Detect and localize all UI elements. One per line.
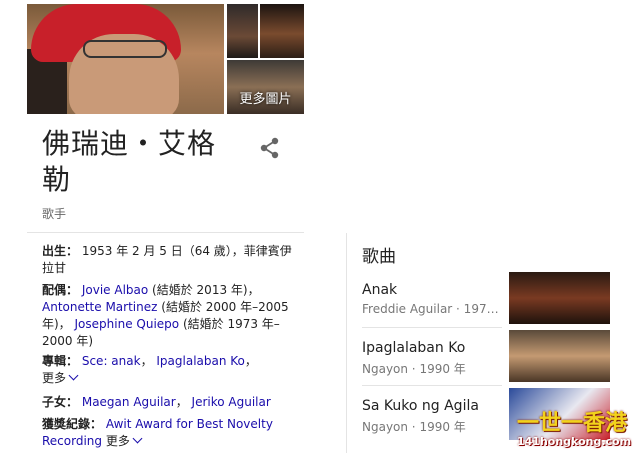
- song-meta: Ngayon · 1990 年: [362, 420, 466, 434]
- chevron-down-icon: [68, 370, 79, 381]
- share-icon[interactable]: [259, 136, 281, 160]
- song-item[interactable]: Anak Freddie Aguilar · 197…: [362, 272, 612, 324]
- spouse-link-1[interactable]: Jovie Albao: [82, 283, 148, 297]
- fact-label: 獲獎紀錄：: [42, 417, 103, 431]
- thumbnail-photo-2[interactable]: [260, 4, 304, 58]
- watermark-logo: 一世一香港 141hongkong.com: [517, 405, 639, 453]
- fact-children: 子女： Maegan Aguilar， Jeriko Aguilar: [42, 395, 271, 409]
- watermark-url: 141hongkong.com: [517, 435, 632, 448]
- more-label: 更多: [42, 371, 67, 385]
- watermark-text: 一世一香港: [517, 411, 628, 436]
- fact-value: 1953 年 2 月 5 日（64 歲），菲律賓伊拉甘: [42, 244, 292, 275]
- albums-more-button[interactable]: 更多: [42, 370, 79, 385]
- fact-albums: 專輯： Sce: anak， Ipaglalaban Ko， 更多: [42, 354, 257, 385]
- spouse-link-3[interactable]: Josephine Quiepo: [75, 317, 180, 331]
- song-name: Ipaglalaban Ko: [362, 340, 466, 356]
- chevron-down-icon: [132, 433, 143, 444]
- fact-awards: 獲獎紀錄： Awit Award for Best Novelty Record…: [42, 416, 292, 450]
- divider: [362, 327, 502, 328]
- awards-more-button[interactable]: 更多: [105, 433, 143, 448]
- song-thumbnail: [509, 272, 610, 324]
- album-link-2[interactable]: Ipaglalaban Ko: [156, 354, 245, 368]
- divider: [27, 232, 304, 233]
- main-photo[interactable]: [27, 4, 224, 114]
- fact-label: 專輯：: [42, 354, 79, 368]
- divider: [362, 385, 502, 386]
- fact-label: 子女：: [42, 395, 79, 409]
- song-meta: Freddie Aguilar · 197…: [362, 302, 499, 316]
- child-link-1[interactable]: Maegan Aguilar: [82, 395, 176, 409]
- song-meta: Ngayon · 1990 年: [362, 362, 466, 376]
- spouse-note: (結婚於 2013 年)，: [152, 283, 260, 297]
- songs-heading: 歌曲: [362, 247, 396, 267]
- song-thumbnail: [509, 330, 610, 382]
- fact-born: 出生： 1953 年 2 月 5 日（64 歲），菲律賓伊拉甘: [42, 243, 292, 277]
- entity-subtitle: 歌手: [42, 207, 67, 221]
- more-label: 更多: [105, 434, 130, 448]
- thumbnail-photo-1[interactable]: [227, 4, 258, 58]
- song-item[interactable]: Ipaglalaban Ko Ngayon · 1990 年: [362, 330, 612, 382]
- fact-label: 出生：: [42, 244, 79, 258]
- song-name: Sa Kuko ng Agila: [362, 398, 479, 414]
- child-link-2[interactable]: Jeriko Aguilar: [192, 395, 271, 409]
- spouse-link-2[interactable]: Antonette Martinez: [42, 300, 157, 314]
- divider: [346, 233, 347, 453]
- song-name: Anak: [362, 282, 398, 298]
- entity-title: 佛瑞迪・艾格勒: [42, 127, 217, 196]
- album-link-1[interactable]: Sce: anak: [82, 354, 141, 368]
- more-images-link[interactable]: 更多圖片: [227, 89, 304, 111]
- fact-spouse: 配偶： Jovie Albao (結婚於 2013 年)， Antonette …: [42, 282, 292, 350]
- fact-label: 配偶：: [42, 283, 79, 297]
